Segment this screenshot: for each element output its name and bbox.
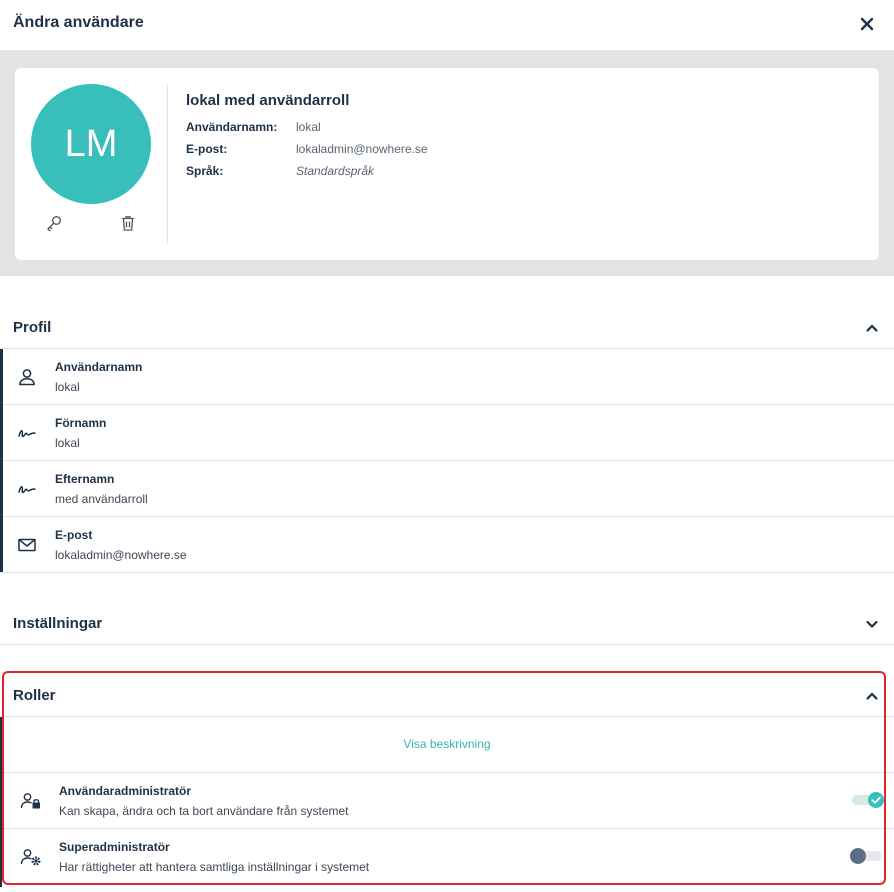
profile-row-username: Användarnamn lokal: [0, 349, 894, 405]
divider: [0, 644, 894, 645]
signature-icon: [18, 486, 36, 494]
chevron-down-icon: [866, 620, 878, 628]
profile-row-value: lokaladmin@nowhere.se: [55, 548, 187, 562]
username-value: lokal: [296, 120, 321, 134]
delete-user-button[interactable]: [119, 214, 137, 232]
profile-row-value: lokal: [55, 380, 80, 394]
card-divider: [167, 84, 168, 244]
language-label: Språk:: [186, 164, 224, 178]
dialog-title: Ändra användare: [13, 14, 144, 31]
email-value: lokaladmin@nowhere.se: [296, 142, 428, 156]
profile-row-label: Förnamn: [55, 416, 107, 430]
envelope-icon: [18, 538, 36, 552]
user-icon: [19, 369, 35, 386]
roles-highlight-frame: [2, 671, 886, 885]
profile-collapse-toggle[interactable]: [864, 320, 880, 336]
settings-expand-toggle[interactable]: [864, 616, 880, 632]
profile-row-firstname: Förnamn lokal: [0, 405, 894, 461]
profile-row-email: E-post lokaladmin@nowhere.se: [0, 517, 894, 573]
profile-row-label: Efternamn: [55, 472, 115, 486]
profile-section-title[interactable]: Profil: [13, 319, 51, 336]
user-display-name: lokal med användarroll: [186, 92, 350, 109]
divider: [0, 572, 894, 573]
dialog-header: Ändra användare: [0, 0, 894, 50]
key-icon: [47, 216, 61, 232]
settings-section-title[interactable]: Inställningar: [13, 615, 102, 632]
email-label: E-post:: [186, 142, 228, 156]
profile-row-value: med användarroll: [55, 492, 148, 506]
profile-row-label: E-post: [55, 528, 93, 542]
profile-row-value: lokal: [55, 436, 80, 450]
chevron-up-icon: [866, 324, 878, 332]
trash-icon: [122, 216, 134, 231]
user-summary-card: LM lokal med användarroll Användarnamn: …: [15, 68, 879, 260]
language-value: Standardspråk: [296, 164, 375, 178]
close-button[interactable]: [856, 13, 878, 35]
profile-row-label: Användarnamn: [55, 360, 143, 374]
profile-row-lastname: Efternamn med användarroll: [0, 461, 894, 517]
reset-password-button[interactable]: [45, 214, 63, 232]
signature-icon: [18, 430, 36, 438]
username-label: Användarnamn:: [186, 120, 278, 134]
close-icon: [860, 17, 874, 31]
avatar: LM: [31, 84, 151, 204]
avatar-initials: LM: [64, 122, 118, 165]
